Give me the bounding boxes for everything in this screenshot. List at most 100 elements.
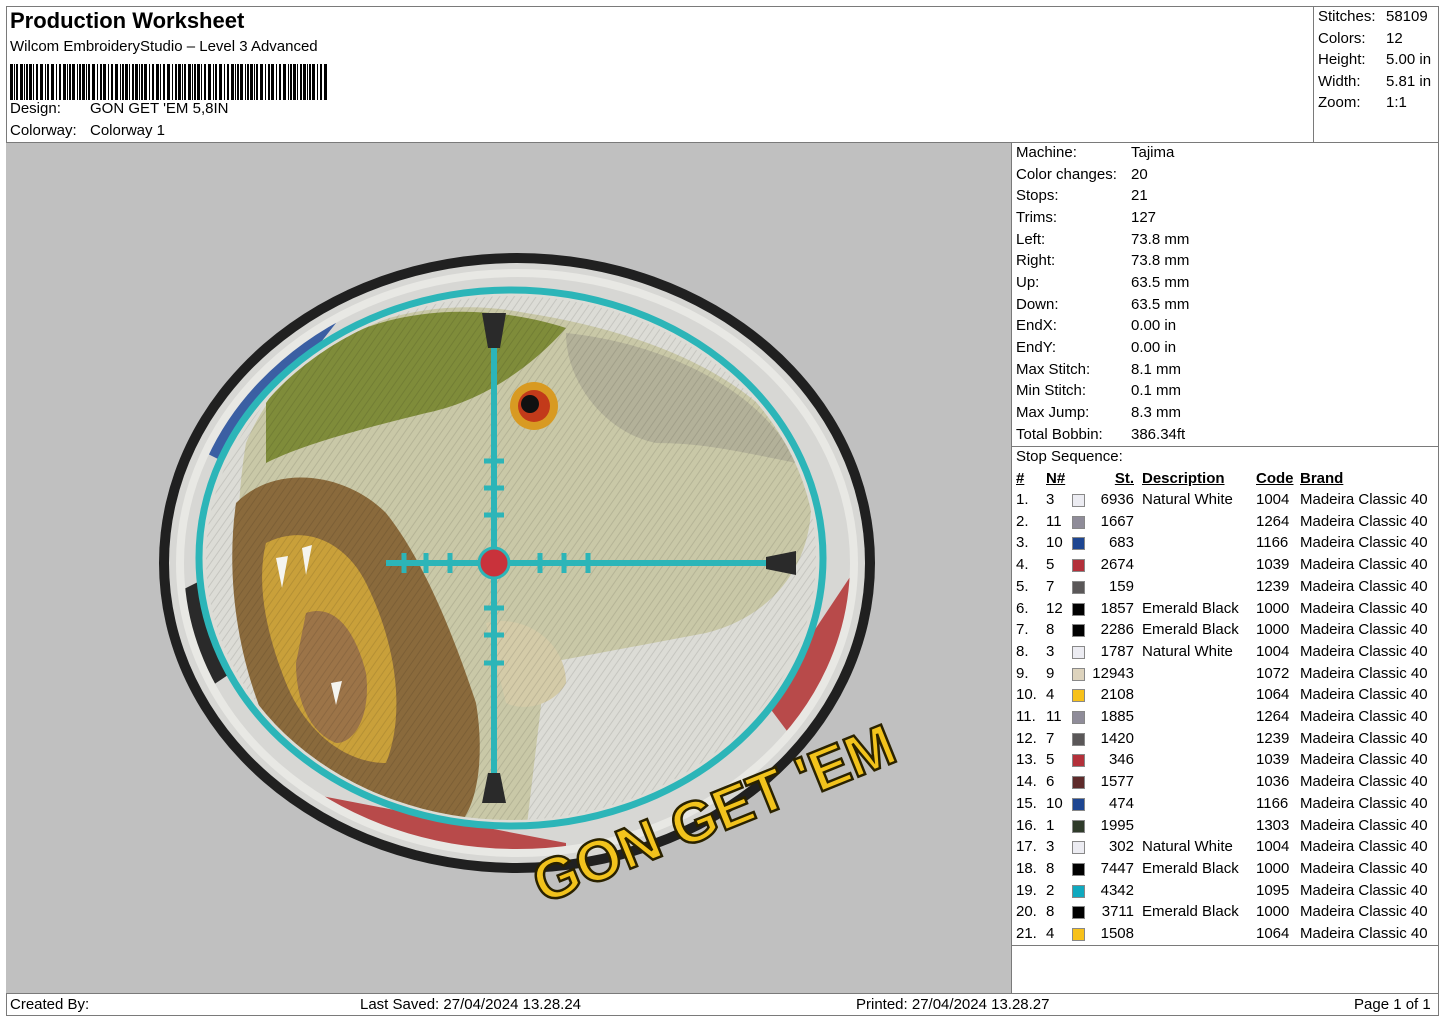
cell-n: 3 (1046, 642, 1055, 660)
cell-idx: 9. (1016, 664, 1029, 682)
cell-brand: Madeira Classic 40 (1300, 686, 1428, 704)
embroidery-design-image: GON GET 'EM (159, 253, 906, 917)
cell-st: 7447 (1100, 859, 1134, 877)
cell-brand: Madeira Classic 40 (1300, 491, 1428, 508)
cell-idx: 20. (1016, 903, 1037, 921)
cell-st: 1995 (1100, 816, 1134, 834)
printed-date: Printed: 27/04/2024 13.28.27 (856, 996, 1050, 1013)
cell-code: 1004 (1256, 838, 1290, 856)
cell-code: 1000 (1256, 903, 1290, 921)
cell-n: 5 (1046, 751, 1055, 769)
cell-desc: Emerald Black (1142, 859, 1239, 877)
table-row: 1. 3 6936 Natural White 1004 Madeira Classic … (1012, 490, 1439, 511)
cell-brand: Madeira Classic 40 (1300, 642, 1428, 660)
cell-code: 1072 (1256, 664, 1290, 682)
cell-st: 1577 (1100, 773, 1134, 791)
cell-code: 1264 (1256, 708, 1290, 725)
cell-n: 8 (1046, 903, 1055, 921)
cell-code: 1166 (1256, 794, 1289, 812)
stat-stitches: Stitches: 58109 (1318, 8, 1428, 25)
cell-idx: 6. (1016, 599, 1029, 617)
cell-st: 4342 (1100, 881, 1134, 899)
cell-code: 1166 (1256, 534, 1289, 552)
cell-n: 7 (1046, 577, 1055, 595)
divider (1012, 446, 1439, 447)
table-row: 15. 10 474 1166 Madeira Classic 40 (1012, 794, 1439, 815)
table-row: 12. 7 1420 1239 Madeira Classic 40 (1012, 729, 1439, 750)
cell-n: 11 (1046, 512, 1062, 530)
design-row: Design: GON GET 'EM 5,8IN (10, 100, 228, 117)
worksheet-header: Production Worksheet Wilcom EmbroiderySt… (6, 6, 1314, 143)
cell-code: 1239 (1256, 577, 1290, 595)
cell-code: 1036 (1256, 773, 1290, 791)
cell-st: 2286 (1100, 621, 1134, 639)
cell-brand: Madeira Classic 40 (1300, 881, 1428, 899)
cell-idx: 12. (1016, 729, 1037, 747)
cell-st: 6936 (1100, 491, 1134, 508)
cell-st: 2108 (1100, 686, 1134, 704)
table-row: 6. 12 1857 Emerald Black 1000 Madeira Classic… (1012, 599, 1439, 620)
cell-idx: 1. (1016, 491, 1029, 508)
table-row: 2. 11 1667 1264 Madeira Classic 40 (1012, 512, 1439, 533)
worksheet-footer: Created By: Last Saved: 27/04/2024 13.28… (6, 993, 1439, 1016)
cell-code: 1303 (1256, 816, 1290, 834)
table-row: 21. 4 1508 1064 Madeira Classic 40 (1012, 924, 1439, 945)
table-row: 9. 9 12943 1072 Madeira Classic 40 (1012, 664, 1439, 685)
cell-brand: Madeira Classic 40 (1300, 556, 1428, 574)
cell-st: 1420 (1100, 729, 1134, 747)
cell-brand: Madeira Classic 40 (1300, 838, 1428, 856)
cell-st: 1787 (1100, 642, 1134, 660)
cell-idx: 2. (1016, 512, 1029, 530)
cell-st: 1885 (1100, 708, 1134, 725)
cell-desc: Emerald Black (1142, 621, 1239, 639)
colorway-label: Colorway: (10, 122, 77, 139)
cell-code: 1239 (1256, 729, 1290, 747)
cell-idx: 16. (1016, 816, 1037, 834)
cell-desc: Emerald Black (1142, 903, 1239, 921)
table-row: 19. 2 4342 1095 Madeira Classic 40 (1012, 881, 1439, 902)
table-row: 4. 5 2674 1039 Madeira Classic 40 (1012, 555, 1439, 576)
stat-colors: Colors: 12 (1318, 30, 1403, 47)
cell-n: 10 (1046, 534, 1063, 552)
cell-brand: Madeira Classic 40 (1300, 512, 1428, 530)
cell-st: 12943 (1092, 664, 1134, 682)
cell-st: 2674 (1100, 556, 1134, 574)
cell-code: 1000 (1256, 599, 1290, 617)
created-by: Created By: (10, 996, 90, 1013)
stat-height: Height: 5.00 in (1318, 51, 1432, 68)
table-row: 14. 6 1577 1036 Madeira Classic 40 (1012, 772, 1439, 793)
table-row: 17. 3 302 Natural White 1004 Madeira Classic … (1012, 837, 1439, 858)
cell-idx: 10. (1016, 686, 1037, 704)
page-number: Page 1 of 1 (1354, 996, 1431, 1013)
cell-brand: Madeira Classic 40 (1300, 773, 1428, 791)
cell-st: 1857 (1100, 599, 1134, 617)
cell-idx: 3. (1016, 534, 1029, 552)
cell-brand: Madeira Classic 40 (1300, 664, 1428, 682)
cell-n: 7 (1046, 729, 1055, 747)
table-row: 11. 11 1885 1264 Madeira Classic 40 (1012, 707, 1439, 728)
cell-code: 1064 (1256, 686, 1290, 704)
table-row: 5. 7 159 1239 Madeira Classic 40 (1012, 577, 1439, 598)
cell-code: 1039 (1256, 751, 1290, 769)
cell-n: 4 (1046, 686, 1055, 704)
cell-code: 1004 (1256, 642, 1290, 660)
last-saved: Last Saved: 27/04/2024 13.28.24 (360, 996, 582, 1013)
cell-st: 3711 (1101, 903, 1134, 921)
table-row: 7. 8 2286 Emerald Black 1000 Madeira Classic … (1012, 620, 1439, 641)
cell-n: 11 (1046, 708, 1062, 725)
cell-desc: Natural White (1142, 838, 1233, 856)
cell-idx: 5. (1016, 577, 1029, 595)
cell-brand: Madeira Classic 40 (1300, 708, 1428, 725)
table-row: 13. 5 346 1039 Madeira Classic 40 (1012, 750, 1439, 771)
cell-n: 8 (1046, 859, 1055, 877)
cell-desc: Emerald Black (1142, 599, 1239, 617)
cell-n: 3 (1046, 491, 1055, 508)
cell-n: 4 (1046, 925, 1055, 942)
cell-idx: 15. (1016, 794, 1037, 812)
cell-idx: 18. (1016, 859, 1037, 877)
cell-idx: 4. (1016, 556, 1029, 574)
table-row: 8. 3 1787 Natural White 1004 Madeira Classic … (1012, 642, 1439, 663)
colorway-value: Colorway 1 (90, 122, 166, 139)
cell-n: 1 (1046, 816, 1055, 834)
cell-code: 1064 (1256, 925, 1290, 942)
